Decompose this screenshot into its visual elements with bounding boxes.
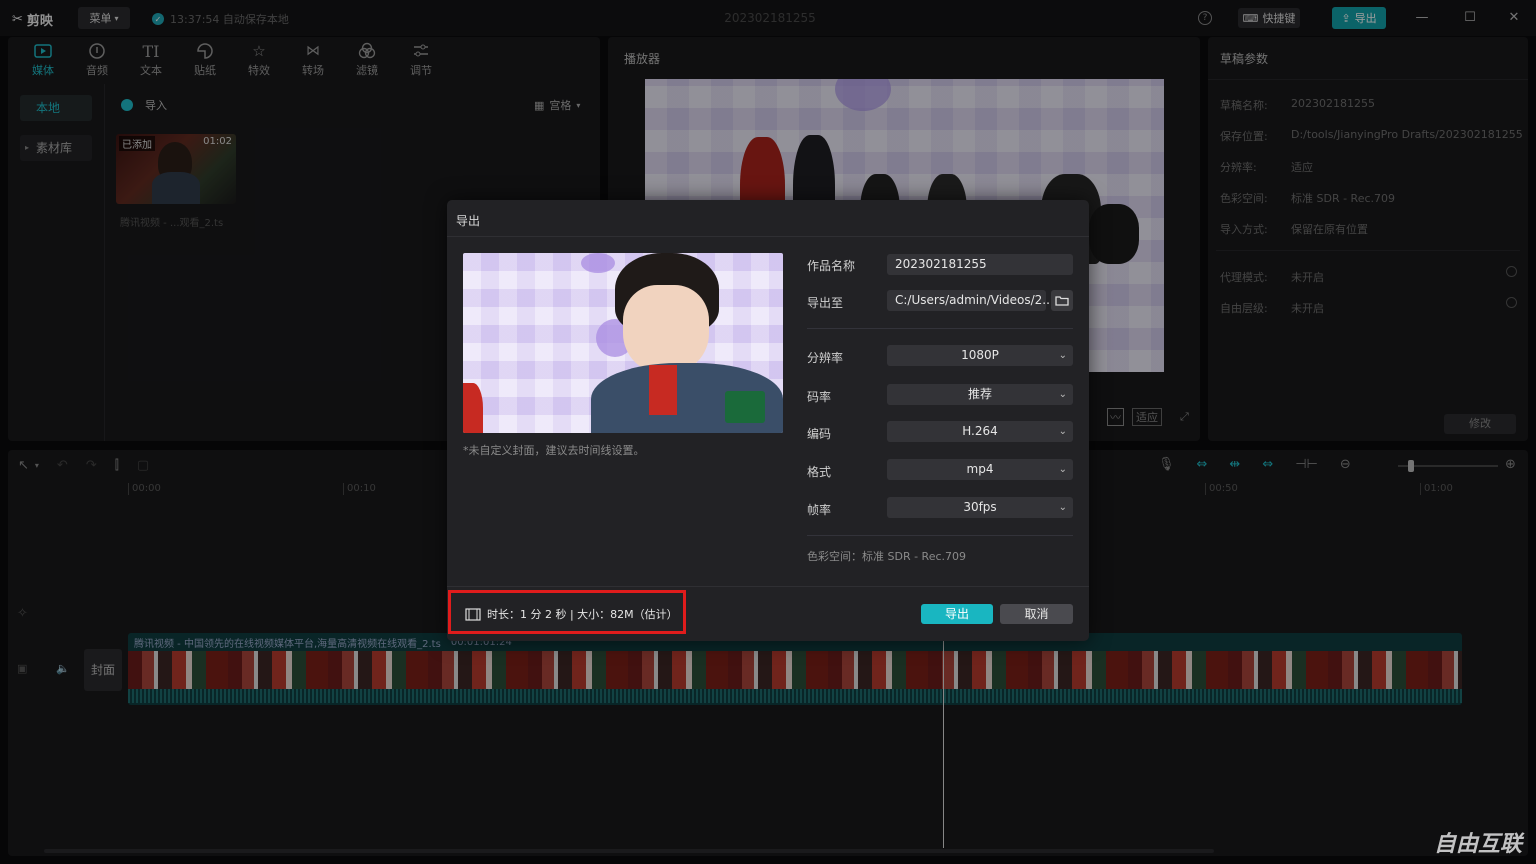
color-space-info: 色彩空间：标准 SDR - Rec.709 [807, 550, 967, 563]
face-shape [623, 285, 709, 373]
format-label: 格式 [807, 465, 832, 479]
resolution-select[interactable]: 1080P ⌄ [887, 345, 1073, 366]
resolution-label: 分辨率 [807, 351, 844, 365]
bitrate-label: 码率 [807, 390, 832, 404]
shirt-shape [649, 365, 677, 415]
divider [447, 236, 1089, 237]
bitrate-select[interactable]: 推荐 ⌄ [887, 384, 1073, 405]
fps-select[interactable]: 30fps ⌄ [887, 497, 1073, 518]
confirm-export-button[interactable]: 导出 [921, 604, 993, 624]
export-path-label: 导出至 [807, 296, 844, 310]
watermark-logo: 自由互联 [1433, 832, 1522, 857]
title-label: 作品名称 [807, 259, 856, 273]
highlight-box [448, 590, 686, 634]
chevron-down-icon: ⌄ [1058, 502, 1067, 513]
chevron-down-icon: ⌄ [1058, 350, 1067, 361]
cancel-button[interactable]: 取消 [1000, 604, 1073, 624]
red-shape [463, 383, 483, 433]
divider [807, 328, 1073, 329]
dialog-title: 导出 [456, 214, 481, 228]
chevron-down-icon: ⌄ [1058, 389, 1067, 400]
bubble-decoration [581, 253, 615, 273]
folder-icon[interactable] [1051, 290, 1073, 311]
chevron-down-icon: ⌄ [1058, 464, 1067, 475]
title-input[interactable]: 202302181255 [887, 254, 1073, 275]
divider [807, 535, 1073, 536]
codec-label: 编码 [807, 427, 832, 441]
codec-select[interactable]: H.264 ⌄ [887, 421, 1073, 442]
fps-label: 帧率 [807, 503, 832, 517]
export-path-input[interactable]: C:/Users/admin/Videos/2... [887, 290, 1054, 311]
badge-patch [725, 391, 765, 423]
format-select[interactable]: mp4 ⌄ [887, 459, 1073, 480]
chevron-down-icon: ⌄ [1058, 426, 1067, 437]
divider [447, 586, 1089, 587]
cover-preview[interactable] [463, 253, 783, 433]
cover-hint: *未自定义封面，建议去时间线设置。 [463, 444, 645, 457]
